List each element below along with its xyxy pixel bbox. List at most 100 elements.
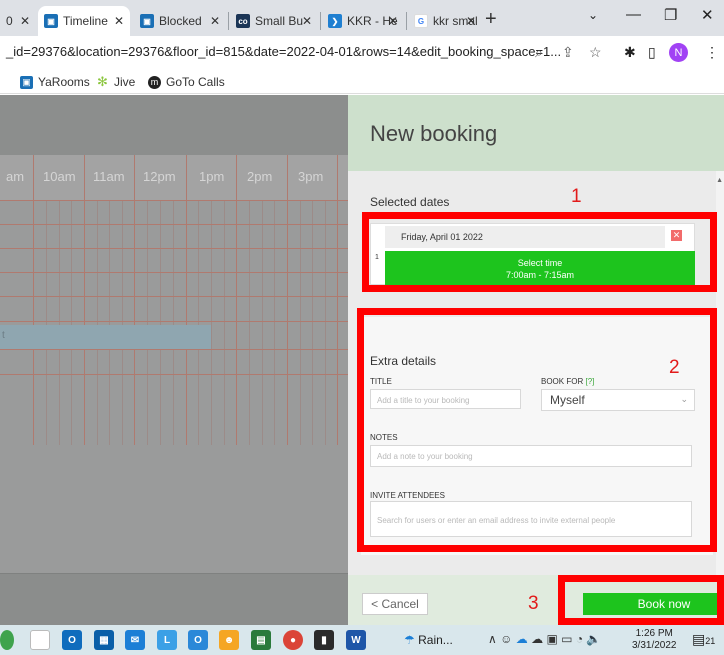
hour-label: am	[6, 169, 25, 184]
annotation-box-2	[357, 308, 717, 552]
tab-kkr[interactable]: ❯ KKR - He ✕	[322, 6, 404, 36]
cancel-button[interactable]: < Cancel	[362, 593, 428, 615]
clock-time: 1:26 PM	[635, 628, 673, 639]
terminal-icon[interactable]: ▮	[314, 630, 334, 650]
file-icon[interactable]	[30, 630, 50, 650]
new-tab-button[interactable]: +	[485, 8, 497, 31]
close-icon[interactable]: ✕	[388, 14, 398, 28]
hour-label: 11am	[93, 169, 125, 184]
tab-google-search[interactable]: G kkr smal ✕	[408, 6, 482, 36]
tab-label: Blocked	[159, 14, 202, 28]
bookmark-label: YaRooms	[38, 75, 90, 89]
page-title: New booking	[370, 121, 498, 146]
tab-search-icon[interactable]: ⌄	[588, 8, 598, 22]
jive-icon: ✻	[97, 74, 108, 89]
hour-label: 1pm	[199, 169, 225, 184]
annotation-number-2: 2	[669, 357, 680, 378]
onedrive-icon[interactable]: ☁	[531, 632, 543, 646]
existing-booking-bar: t	[0, 325, 211, 349]
windows-taskbar: O ▦ ✉ L O ☻ ▤ ● ▮ W ☂ Rain... ∧ ☺ ☁ ☁ ▣ …	[0, 625, 724, 655]
tab-timeline[interactable]: ▣ Timeline ✕	[38, 6, 130, 36]
annotation-box-3	[558, 575, 724, 625]
bookmark-label: GoTo Calls	[166, 75, 225, 89]
bookmark-jive[interactable]: ✻ Jive	[96, 74, 136, 89]
outlook-calendar-icon[interactable]: O	[188, 630, 208, 650]
close-icon[interactable]: ✕	[466, 14, 476, 28]
hour-label: 2pm	[247, 169, 273, 184]
volume-icon[interactable]: 🔈	[586, 632, 601, 646]
selected-dates-heading: Selected dates	[370, 195, 450, 209]
annotation-number-1: 1	[571, 186, 582, 207]
bookmark-goto-calls[interactable]: m GoTo Calls	[148, 75, 225, 89]
clock[interactable]: 1:26 PM 3/31/2022	[632, 628, 677, 652]
scroll-up-icon[interactable]: ▲	[716, 177, 723, 184]
close-window-button[interactable]: ✕	[701, 6, 714, 24]
yarooms-icon: ▣	[20, 75, 33, 89]
browser-tab-bar: 0 ✕ ▣ Timeline ✕ ▣ Blocked ✕ co Small Bu…	[0, 0, 724, 36]
timeline-header	[0, 95, 348, 155]
cloud-icon[interactable]: ☁	[516, 632, 528, 646]
display-icon[interactable]: ▣	[546, 632, 557, 646]
booking-bar-label: t	[2, 330, 5, 341]
goto-icon: m	[148, 75, 161, 89]
zoom-icon[interactable]: ⌕	[535, 44, 543, 61]
wifi-icon[interactable]: ◔	[576, 632, 583, 646]
close-icon[interactable]: ✕	[114, 14, 124, 28]
yarooms-icon: ▣	[140, 14, 154, 28]
battery-icon[interactable]: ▭	[561, 632, 572, 646]
umbrella-icon: ☂	[404, 633, 415, 647]
tab-partial[interactable]: 0 ✕	[0, 6, 34, 36]
timeline-footer	[0, 573, 348, 625]
timeline-hours-row: am 10am 11am 12pm 1pm 2pm 3pm	[0, 155, 348, 201]
restore-button[interactable]: ❐	[664, 6, 677, 24]
tab-label: Timeline	[63, 14, 108, 28]
close-icon[interactable]: ✕	[210, 14, 220, 28]
address-bar: _id=29376&location=29376&floor_id=815&da…	[0, 36, 724, 70]
close-icon[interactable]: ✕	[302, 14, 312, 28]
bookmarks-bar: ▣ YaRooms ✻ Jive m GoTo Calls	[0, 70, 724, 94]
co-icon: co	[236, 14, 250, 28]
app-icon-orange[interactable]: ☻	[219, 630, 239, 650]
timeline-background: am 10am 11am 12pm 1pm 2pm 3pm t	[0, 95, 348, 625]
kkr-icon: ❯	[328, 14, 342, 28]
share-icon[interactable]: ⇪	[562, 44, 574, 61]
calculator-icon[interactable]: ▤	[251, 630, 271, 650]
planner-icon[interactable]: L	[157, 630, 177, 650]
url-field[interactable]: _id=29376&location=29376&floor_id=815&da…	[6, 44, 561, 59]
screen: 0 ✕ ▣ Timeline ✕ ▣ Blocked ✕ co Small Bu…	[0, 0, 724, 655]
close-icon[interactable]: ✕	[20, 14, 30, 28]
chrome-icon[interactable]: ●	[283, 630, 303, 650]
teams-icon[interactable]: ☺	[500, 632, 512, 646]
chevron-up-icon[interactable]: ∧	[488, 632, 497, 646]
menu-icon[interactable]: ⋮	[705, 44, 719, 61]
store-icon[interactable]: ▦	[94, 630, 114, 650]
system-tray: ∧ ☺ ☁ ☁ ▣ ▭ ◔ 🔈	[488, 632, 601, 646]
tab-small-business[interactable]: co Small Bu ✕	[230, 6, 318, 36]
app-icon[interactable]	[0, 630, 14, 650]
mail-icon[interactable]: ✉	[125, 630, 145, 650]
weather-widget[interactable]: ☂ Rain...	[404, 633, 453, 647]
clock-date: 3/31/2022	[632, 640, 677, 651]
word-icon[interactable]: W	[346, 630, 366, 650]
avatar[interactable]: N	[669, 43, 688, 62]
scrollbar[interactable]	[716, 171, 724, 575]
google-icon: G	[414, 14, 428, 28]
hour-label: 10am	[43, 169, 76, 184]
star-icon[interactable]: ☆	[589, 44, 602, 61]
tab-label: 0	[6, 14, 13, 28]
hour-label: 12pm	[143, 169, 176, 184]
annotation-number-3: 3	[528, 593, 539, 614]
tab-label: Small Bu	[255, 14, 304, 28]
bookmark-yarooms[interactable]: ▣ YaRooms	[20, 75, 90, 89]
outlook-icon[interactable]: O	[62, 630, 82, 650]
extensions-icon[interactable]: ✱	[624, 44, 636, 61]
tab-blocked[interactable]: ▣ Blocked ✕	[134, 6, 226, 36]
sidebar-icon[interactable]: ▯	[648, 44, 656, 61]
minimize-button[interactable]: —	[626, 6, 641, 23]
panel-header: New booking	[348, 95, 724, 171]
bookmark-label: Jive	[114, 75, 136, 89]
weather-text: Rain...	[418, 633, 453, 647]
annotation-box-1	[362, 212, 717, 292]
notification-icon[interactable]: ▤21	[692, 631, 715, 648]
notification-count: 21	[705, 636, 716, 646]
